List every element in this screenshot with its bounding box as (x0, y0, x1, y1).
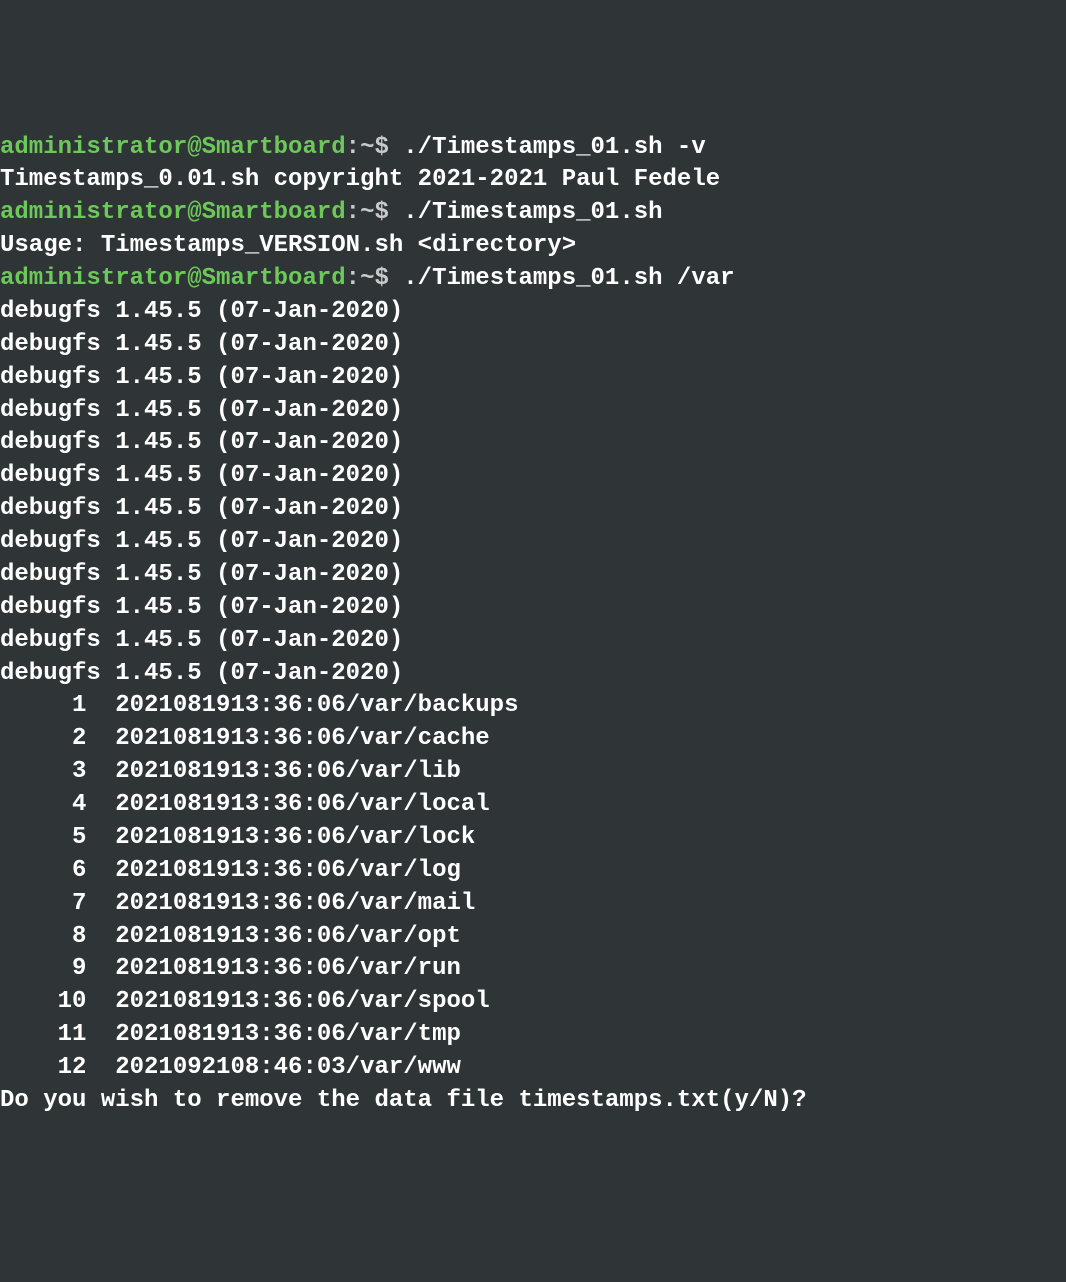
output-debugfs: debugfs 1.45.5 (07-Jan-2020) (0, 561, 403, 588)
output-debugfs: debugfs 1.45.5 (07-Jan-2020) (0, 462, 403, 489)
output-prompt-remove: Do you wish to remove the data file time… (0, 1087, 807, 1114)
prompt-dollar: $ (374, 199, 388, 226)
list-row: 2 2021081913:36:06/var/cache (0, 725, 490, 752)
output-debugfs: debugfs 1.45.5 (07-Jan-2020) (0, 397, 403, 424)
output-debugfs: debugfs 1.45.5 (07-Jan-2020) (0, 429, 403, 456)
output-usage: Usage: Timestamps_VERSION.sh <directory> (0, 232, 576, 259)
output-debugfs: debugfs 1.45.5 (07-Jan-2020) (0, 528, 403, 555)
prompt-sep: : (346, 265, 360, 292)
list-row: 1 2021081913:36:06/var/backups (0, 692, 518, 719)
prompt-dollar: $ (374, 134, 388, 161)
prompt-userhost: administrator@Smartboard (0, 199, 346, 226)
output-debugfs: debugfs 1.45.5 (07-Jan-2020) (0, 594, 403, 621)
list-row: 12 2021092108:46:03/var/www (0, 1054, 461, 1081)
list-row: 8 2021081913:36:06/var/opt (0, 923, 461, 950)
prompt-sep: : (346, 134, 360, 161)
prompt-path: ~ (360, 199, 374, 226)
terminal-output[interactable]: administrator@Smartboard:~$ ./Timestamps… (0, 132, 1066, 1118)
list-row: 9 2021081913:36:06/var/run (0, 955, 461, 982)
output-debugfs: debugfs 1.45.5 (07-Jan-2020) (0, 495, 403, 522)
output-version: Timestamps_0.01.sh copyright 2021-2021 P… (0, 166, 720, 193)
list-row: 6 2021081913:36:06/var/log (0, 857, 461, 884)
output-debugfs: debugfs 1.45.5 (07-Jan-2020) (0, 364, 403, 391)
list-row: 5 2021081913:36:06/var/lock (0, 824, 475, 851)
prompt-path: ~ (360, 134, 374, 161)
prompt-path: ~ (360, 265, 374, 292)
output-debugfs: debugfs 1.45.5 (07-Jan-2020) (0, 660, 403, 687)
prompt-userhost: administrator@Smartboard (0, 265, 346, 292)
list-row: 3 2021081913:36:06/var/lib (0, 758, 461, 785)
output-debugfs: debugfs 1.45.5 (07-Jan-2020) (0, 331, 403, 358)
list-row: 11 2021081913:36:06/var/tmp (0, 1021, 461, 1048)
list-row: 4 2021081913:36:06/var/local (0, 791, 490, 818)
command-3: ./Timestamps_01.sh /var (403, 265, 734, 292)
list-row: 10 2021081913:36:06/var/spool (0, 988, 490, 1015)
prompt-sep: : (346, 199, 360, 226)
command-2: ./Timestamps_01.sh (403, 199, 662, 226)
command-1: ./Timestamps_01.sh -v (403, 134, 705, 161)
list-row: 7 2021081913:36:06/var/mail (0, 890, 475, 917)
prompt-dollar: $ (374, 265, 388, 292)
output-debugfs: debugfs 1.45.5 (07-Jan-2020) (0, 298, 403, 325)
prompt-userhost: administrator@Smartboard (0, 134, 346, 161)
output-debugfs: debugfs 1.45.5 (07-Jan-2020) (0, 627, 403, 654)
